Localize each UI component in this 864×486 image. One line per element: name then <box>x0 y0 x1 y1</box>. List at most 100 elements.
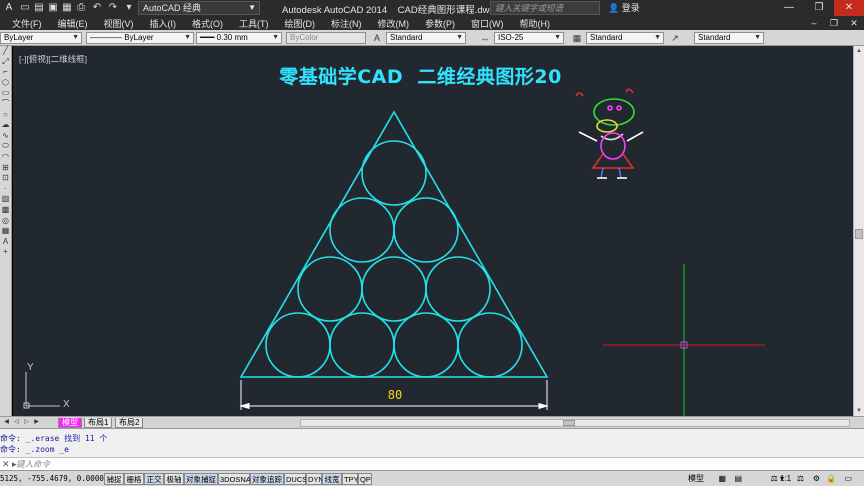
menu-window[interactable]: 窗口(W) <box>463 17 512 30</box>
vertical-scrollbar[interactable]: ▲ ▼ <box>853 46 864 416</box>
circle-icon[interactable]: ○ <box>0 110 11 121</box>
tab-layout2[interactable]: 布局2 <box>115 418 144 428</box>
ducs-toggle[interactable]: DUCS <box>284 473 307 485</box>
menu-view[interactable]: 视图(V) <box>96 17 142 30</box>
insert-block-icon[interactable]: ⊞ <box>0 163 11 174</box>
tpy-toggle[interactable]: TPY <box>342 473 359 485</box>
osnap-toggle[interactable]: 对象捕捉 <box>184 473 218 485</box>
otrack-toggle[interactable]: 对象追踪 <box>250 473 284 485</box>
hatch-icon[interactable]: ▨ <box>0 194 11 205</box>
menu-help[interactable]: 帮助(H) <box>512 17 559 30</box>
menu-modify[interactable]: 修改(M) <box>370 17 418 30</box>
app-menu-icon[interactable]: A <box>2 1 16 15</box>
layer-dropdown[interactable]: ByLayer ▼ <box>0 32 82 44</box>
tab-layout1[interactable]: 布局1 <box>84 418 113 428</box>
menu-parametric[interactable]: 参数(P) <box>417 17 463 30</box>
qp-toggle[interactable]: QP <box>358 473 372 485</box>
drawing-canvas[interactable]: [-][俯视][二维线框] 零基础学CAD 二维经典图形20 Y X 80 <box>13 46 853 416</box>
search-input[interactable]: 键入关键字或短语 <box>490 1 600 15</box>
dim-style-dropdown[interactable]: ISO-25 ▼ <box>494 32 564 44</box>
ellipse-arc-icon[interactable]: ◠ <box>0 152 11 163</box>
lineweight-toggle[interactable]: 线宽 <box>322 473 342 485</box>
construction-line-icon[interactable]: ⤢ <box>0 57 11 68</box>
scroll-up-icon[interactable]: ▲ <box>854 46 864 56</box>
circle-r4-3 <box>393 312 459 378</box>
chevron-down-icon: ▼ <box>184 34 191 41</box>
menu-edit[interactable]: 编辑(E) <box>50 17 96 30</box>
spline-icon[interactable]: ∿ <box>0 131 11 142</box>
customize-icon[interactable]: ▾ <box>122 1 136 15</box>
open-icon[interactable]: ▤ <box>32 1 46 15</box>
3dosnap-toggle[interactable]: 3DOSNAP <box>218 473 256 485</box>
lineweight-dropdown[interactable]: ━━━ 0.30 mm ▼ <box>196 32 282 44</box>
prev-tab-icon[interactable]: ◁ <box>12 418 21 427</box>
annotation-visibility-icon[interactable]: ⚖ <box>797 473 804 485</box>
workspace-switching-icon[interactable]: ⚙ <box>813 473 820 485</box>
clean-screen-icon[interactable]: ▭ <box>844 473 852 485</box>
revcloud-icon[interactable]: ☁ <box>0 120 11 131</box>
workspace-dropdown[interactable]: AutoCAD 经典 ▼ <box>138 1 260 15</box>
menu-draw[interactable]: 绘图(D) <box>277 17 324 30</box>
first-tab-icon[interactable]: ◀ <box>2 418 11 427</box>
text-style-dropdown[interactable]: Standard ▼ <box>386 32 466 44</box>
linetype-dropdown[interactable]: ———— ByLayer ▼ <box>86 32 194 44</box>
quick-view-layouts-icon[interactable]: ▦ <box>718 473 726 485</box>
menu-dimension[interactable]: 标注(N) <box>323 17 370 30</box>
menu-tools[interactable]: 工具(T) <box>231 17 277 30</box>
save-as-icon[interactable]: ▦ <box>60 1 74 15</box>
rectangle-icon[interactable]: ▭ <box>0 88 11 99</box>
next-tab-icon[interactable]: ▷ <box>22 418 31 427</box>
plotstyle-dropdown[interactable]: ByColor <box>286 32 366 44</box>
maximize-button[interactable]: ❐ <box>804 0 834 16</box>
gradient-icon[interactable]: ▩ <box>0 205 11 216</box>
doc-restore-button[interactable]: ❐ <box>824 16 844 30</box>
menu-format[interactable]: 格式(O) <box>184 17 231 30</box>
menu-insert[interactable]: 插入(I) <box>142 17 185 30</box>
outer-triangle <box>239 110 549 378</box>
table-style-dropdown[interactable]: Standard ▼ <box>586 32 664 44</box>
new-icon[interactable]: ▭ <box>18 1 32 15</box>
undo-icon[interactable]: ↶ <box>90 1 104 15</box>
plot-icon[interactable]: ⎙ <box>74 1 88 15</box>
last-tab-icon[interactable]: ▶ <box>32 418 41 427</box>
polygon-icon[interactable]: ⬡ <box>0 78 11 89</box>
dyn-toggle[interactable]: DYN <box>306 473 324 485</box>
multileader-style-dropdown[interactable]: Standard ▼ <box>694 32 764 44</box>
minimize-button[interactable]: — <box>774 0 804 16</box>
horizontal-scroll-thumb[interactable] <box>563 420 575 426</box>
grid-toggle[interactable]: 栅格 <box>124 473 144 485</box>
doc-close-button[interactable]: ✕ <box>844 16 864 30</box>
lock-icon[interactable]: 🔒 <box>826 473 836 485</box>
polar-toggle[interactable]: 极轴 <box>164 473 184 485</box>
ortho-toggle[interactable]: 正交 <box>144 473 164 485</box>
command-line[interactable]: ✕ ▸ 键入命令 <box>0 457 864 470</box>
polyline-icon[interactable]: ⌐ <box>0 67 11 78</box>
draw-toolbar: ╱ ⤢ ⌐ ⬡ ▭ ⌒ ○ ☁ ∿ ⬭ ◠ ⊞ ⊡ · ▨ ▩ ◎ ▦ A + <box>0 46 12 422</box>
menu-file[interactable]: 文件(F) <box>0 17 50 30</box>
save-icon[interactable]: ▣ <box>46 1 60 15</box>
horizontal-scrollbar[interactable] <box>300 419 850 427</box>
title-bar: A ▭ ▤ ▣ ▦ ⎙ ↶ ↷ ▾ AutoCAD 经典 ▼ Autodesk … <box>0 0 864 16</box>
doc-minimize-button[interactable]: – <box>804 16 824 30</box>
mtext-icon[interactable]: A <box>0 237 11 248</box>
line-icon[interactable]: ╱ <box>0 46 11 57</box>
table-icon[interactable]: ▦ <box>0 226 11 237</box>
model-space-button[interactable]: 模型 <box>688 473 704 485</box>
quick-view-drawings-icon[interactable]: ▤ <box>734 473 742 485</box>
point-icon[interactable]: · <box>0 184 11 195</box>
arc-icon[interactable]: ⌒ <box>0 99 11 110</box>
circle-r4-4 <box>457 312 523 378</box>
region-icon[interactable]: ◎ <box>0 216 11 227</box>
snap-toggle[interactable]: 捕捉 <box>104 473 124 485</box>
login-button[interactable]: 👤 登录 <box>608 1 640 15</box>
ellipse-icon[interactable]: ⬭ <box>0 141 11 152</box>
tab-model[interactable]: 模型 <box>58 418 82 428</box>
add-selected-icon[interactable]: + <box>0 247 11 258</box>
close-button[interactable]: ✕ <box>834 0 864 16</box>
redo-icon[interactable]: ↷ <box>106 1 120 15</box>
make-block-icon[interactable]: ⊡ <box>0 173 11 184</box>
chevron-down-icon: ▼ <box>272 34 279 41</box>
scroll-down-icon[interactable]: ▼ <box>854 406 864 416</box>
vertical-scroll-thumb[interactable] <box>855 229 863 239</box>
annotation-scale-dropdown[interactable]: ⚖ 1:1 ▾ <box>771 473 792 485</box>
